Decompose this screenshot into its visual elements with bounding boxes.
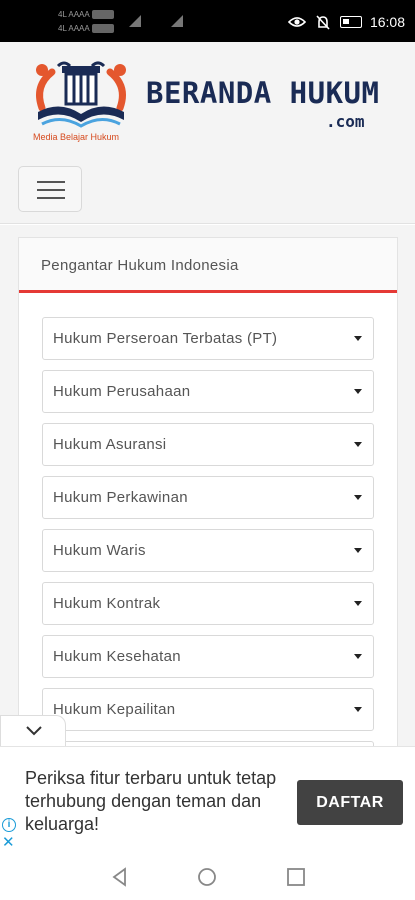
hamburger-icon-bar [37, 181, 65, 183]
dropdown-label: Hukum Perkawinan [53, 489, 188, 506]
battery-icon [339, 16, 362, 28]
carrier-text-2: 4L AAAA [58, 24, 90, 33]
ad-close-icon[interactable]: ✕ [2, 835, 15, 850]
caret-down-icon [354, 389, 362, 394]
hamburger-menu-button[interactable] [18, 166, 82, 212]
eye-icon [287, 17, 306, 27]
ad-signup-button[interactable]: DAFTAR [297, 780, 403, 825]
status-bar: 4L AAAA 4L AAAA 16:08 [0, 0, 415, 42]
site-tagline: Media Belajar Hukum [33, 132, 120, 142]
signal-icon [129, 15, 141, 27]
dropdown-label: Hukum Kesehatan [53, 648, 181, 665]
site-brand-name[interactable]: BERANDA HUKUM [146, 76, 379, 110]
dropdown-label: Hukum Asuransi [53, 436, 167, 453]
status-time: 16:08 [369, 14, 405, 30]
dropdown-select[interactable]: Hukum Kesehatan [42, 635, 374, 678]
status-icons: 16:08 [287, 13, 405, 31]
dropdown-label: Hukum Perseroan Terbatas (PT) [53, 330, 278, 347]
caret-down-icon [354, 601, 362, 606]
caret-down-icon [354, 654, 362, 659]
system-nav-bar [0, 853, 415, 900]
dropdown-select[interactable]: Hukum Asuransi [42, 423, 374, 466]
dropdown-select[interactable]: Hukum Perusahaan [42, 370, 374, 413]
caret-down-icon [354, 707, 362, 712]
hamburger-icon-bar [37, 197, 65, 199]
site-brand-tld: .com [326, 112, 365, 131]
dropdown-label: Hukum Waris [53, 542, 146, 559]
ad-banner: Periksa fitur terbaru untuk tetap terhub… [0, 746, 415, 853]
carrier-label-2: 4L AAAA [58, 22, 118, 36]
card-title: Pengantar Hukum Indonesia [19, 238, 397, 293]
dropdown-select[interactable]: Hukum Perseroan Terbatas (PT) [42, 317, 374, 360]
signal-icon-2 [171, 15, 183, 27]
dropdown-label: Hukum Perusahaan [53, 383, 191, 400]
carrier-text-1: 4L AAAA [58, 10, 90, 19]
caret-down-icon [354, 336, 362, 341]
carrier-label-1: 4L AAAA [58, 8, 118, 22]
back-icon[interactable] [110, 867, 130, 887]
dropdown-select[interactable]: Hukum Waris [42, 529, 374, 572]
dropdown-select[interactable]: Hukum Perkawinan [42, 476, 374, 519]
dropdown-select[interactable]: Hukum Kepailitan [42, 688, 374, 731]
caret-down-icon [354, 548, 362, 553]
dropdown-label: Hukum Kepailitan [53, 701, 176, 718]
dropdown-select[interactable]: Hukum Kontrak [42, 582, 374, 625]
dropdown-list: Hukum Perseroan Terbatas (PT) Hukum Peru… [19, 293, 397, 784]
site-header: Media Belajar Hukum BERANDA HUKUM .com [0, 42, 415, 224]
chevron-down-icon [26, 726, 42, 736]
recents-icon[interactable] [286, 867, 306, 887]
caret-down-icon [354, 495, 362, 500]
caret-down-icon [354, 442, 362, 447]
hamburger-icon-bar [37, 189, 65, 191]
ad-info-icon[interactable]: i [2, 818, 16, 832]
home-icon[interactable] [197, 867, 217, 887]
mute-icon [316, 15, 330, 30]
dropdown-label: Hukum Kontrak [53, 595, 161, 612]
ad-message: Periksa fitur terbaru untuk tetap terhub… [25, 768, 277, 834]
ad-collapse-button[interactable] [0, 715, 66, 747]
